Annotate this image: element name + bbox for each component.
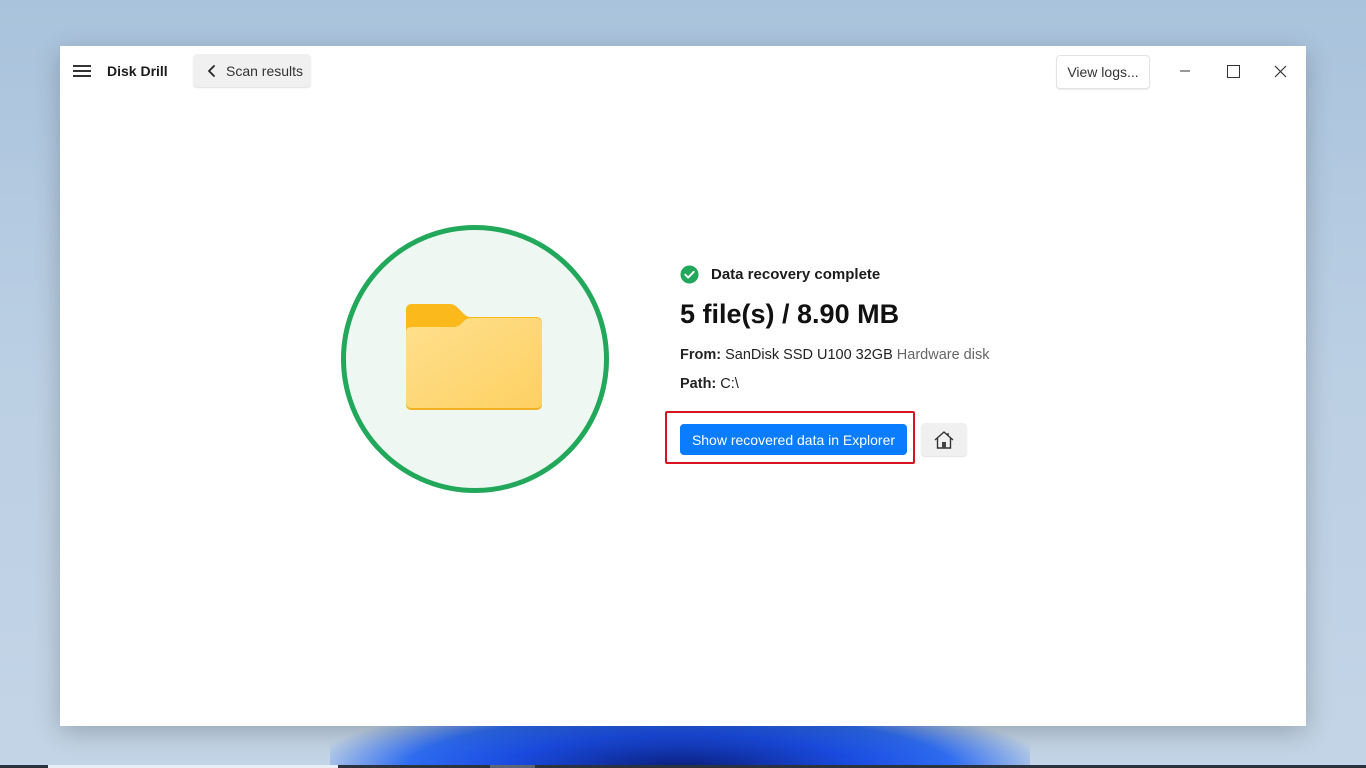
source-disk-name: SanDisk SSD U100 32GB — [725, 347, 893, 363]
recovered-summary: 5 file(s) / 8.90 MB — [680, 299, 900, 329]
minimize-button[interactable] — [1170, 56, 1200, 86]
minimize-icon — [1180, 70, 1190, 72]
check-circle-icon — [680, 265, 699, 284]
home-button[interactable] — [921, 423, 967, 456]
path-line: Path: C:\ — [680, 376, 739, 392]
maximize-button[interactable] — [1218, 56, 1248, 86]
folder-icon — [406, 304, 542, 410]
menu-icon[interactable] — [73, 64, 91, 78]
scan-results-back-button[interactable]: Scan results — [193, 54, 311, 87]
view-logs-button[interactable]: View logs... — [1056, 55, 1150, 89]
path-label: Path: — [680, 376, 717, 392]
home-icon — [934, 430, 954, 449]
status-text: Data recovery complete — [711, 266, 881, 283]
path-value: C:\ — [720, 376, 739, 392]
back-button-label: Scan results — [226, 62, 304, 79]
chevron-left-icon — [208, 64, 215, 77]
show-in-explorer-button[interactable]: Show recovered data in Explorer — [680, 424, 907, 455]
close-button[interactable] — [1265, 56, 1295, 86]
from-label: From: — [680, 347, 722, 363]
app-window: Disk Drill Scan results View logs... Dat… — [60, 46, 1306, 726]
close-icon — [1274, 65, 1286, 77]
status-row: Data recovery complete — [680, 265, 880, 284]
app-title: Disk Drill — [107, 63, 168, 79]
maximize-icon — [1226, 64, 1240, 78]
source-line: From: SanDisk SSD U100 32GB Hardware dis… — [680, 347, 989, 363]
source-disk-type: Hardware disk — [896, 347, 990, 363]
title-bar: Disk Drill Scan results View logs... — [60, 46, 1306, 96]
